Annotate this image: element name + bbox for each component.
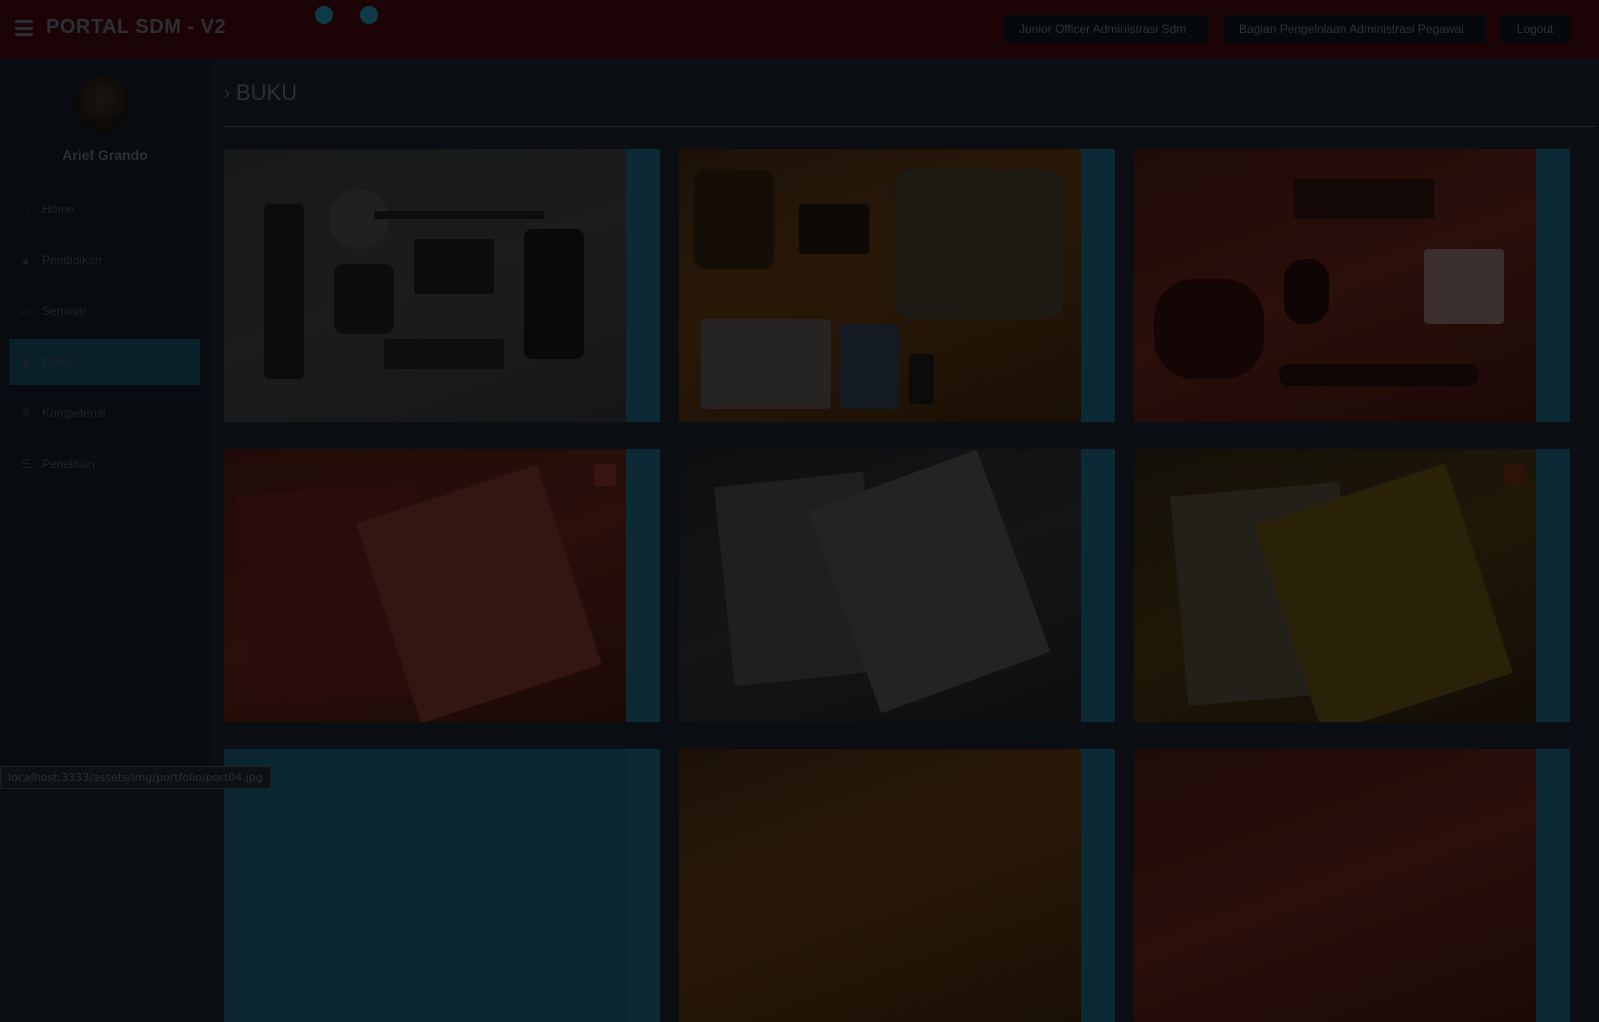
guitar-neck-shape — [374, 211, 544, 219]
role-button[interactable]: Junior Officer Administrasi Sdm — [1004, 15, 1209, 43]
gallery-image[interactable] — [224, 749, 626, 1022]
gallery-item-book-cover-2[interactable] — [679, 449, 1115, 722]
gallery-image[interactable] — [1134, 449, 1536, 722]
backpack-shape — [524, 229, 584, 359]
shoes-shape — [334, 264, 394, 334]
gallery-item-gear-flatlay[interactable] — [224, 149, 660, 422]
cogs-icon: ✲ — [20, 406, 32, 420]
sidebar-item-label: Pendidikan — [42, 253, 102, 267]
notebook-shape — [839, 324, 899, 409]
tablet-shape — [414, 239, 494, 294]
main-content: › BUKU — [210, 58, 1599, 1022]
books-shape — [1294, 179, 1434, 219]
sidebar-item-pendidikan[interactable]: ▲ Pendidikan — [9, 237, 200, 283]
gallery-item-shoes-flatlay[interactable] — [679, 149, 1115, 422]
brand-title[interactable]: PORTAL SDM - V2 — [46, 16, 226, 39]
sidebar-item-label: Home — [42, 202, 75, 216]
sidebar-item-penelitian[interactable]: ☰ Penelitian — [9, 441, 200, 487]
gallery-item[interactable] — [1134, 749, 1570, 1022]
wallet-shape — [799, 204, 869, 254]
wallet-shape — [1284, 259, 1329, 324]
page-title-text: BUKU — [236, 80, 298, 105]
page-title: › BUKU — [224, 80, 297, 106]
laptop-shape — [701, 319, 831, 409]
cap-shape — [1154, 279, 1264, 379]
monitor-icon: ▭ — [20, 304, 32, 318]
logout-button[interactable]: Logout — [1500, 15, 1570, 43]
tag-shape — [1504, 464, 1526, 486]
shoes-shape — [694, 169, 774, 269]
phone-shape — [909, 354, 934, 404]
gallery-image[interactable] — [679, 449, 1081, 722]
bag-shape — [894, 169, 1064, 319]
tag-shape — [594, 464, 616, 486]
gallery-item[interactable] — [679, 749, 1115, 1022]
sidebar-item-home[interactable]: ⌂ Home — [9, 186, 200, 232]
sidebar-item-label: Kompetensi — [42, 406, 106, 420]
notification-dot-icon[interactable] — [315, 6, 333, 24]
book-icon: ▮ — [22, 355, 30, 369]
skateboard-shape — [1279, 364, 1479, 386]
sidebar-item-label: Penelitian — [42, 457, 95, 471]
sidebar-menu: ⌂ Home ▲ Pendidikan ▭ Seminar ▮ Buku ✲ K… — [9, 186, 200, 492]
graduation-cap-icon: ▲ — [20, 253, 32, 267]
gallery-image[interactable] — [679, 749, 1081, 1022]
top-navbar: PORTAL SDM - V2 Junior Officer Administr… — [0, 0, 1599, 58]
divider — [224, 126, 1596, 127]
notification-dot-icon[interactable] — [360, 6, 378, 24]
gallery-image[interactable] — [1134, 749, 1536, 1022]
gallery-image[interactable] — [224, 449, 626, 722]
accessories-shape — [384, 339, 504, 369]
sidebar-item-buku[interactable]: ▮ Buku — [9, 339, 200, 385]
hamburger-menu-icon[interactable] — [15, 20, 33, 36]
status-bar-url: localhost:3333/assets/img/portfolio/port… — [0, 766, 271, 789]
sidebar-item-label: Buku — [42, 355, 70, 369]
gallery-item-book-cover-1[interactable] — [224, 449, 660, 722]
jacket-shape — [264, 204, 304, 379]
sidebar-item-seminar[interactable]: ▭ Seminar — [9, 288, 200, 334]
guitar-body-shape — [329, 189, 389, 249]
department-button[interactable]: Bagian Pengelolaan Administrasi Pegawai — [1224, 15, 1486, 43]
sidebar: Arief Grando ⌂ Home ▲ Pendidikan ▭ Semin… — [0, 58, 210, 789]
avatar[interactable] — [74, 76, 130, 132]
laptop-shape — [1424, 249, 1504, 324]
sidebar-item-kompetensi[interactable]: ✲ Kompetensi — [9, 390, 200, 436]
home-icon: ⌂ — [22, 202, 30, 216]
user-name: Arief Grando — [62, 147, 148, 163]
gallery-item[interactable] — [224, 749, 660, 1022]
gallery-image[interactable] — [1134, 149, 1536, 422]
chevron-right-icon: › — [224, 82, 230, 103]
gallery-image[interactable] — [224, 149, 626, 422]
gallery-item-travel-flatlay[interactable] — [1134, 149, 1570, 422]
sidebar-item-label: Seminar — [42, 304, 87, 318]
list-icon: ☰ — [20, 457, 32, 471]
gallery-image[interactable] — [679, 149, 1081, 422]
gallery-item-book-cover-3[interactable] — [1134, 449, 1570, 722]
